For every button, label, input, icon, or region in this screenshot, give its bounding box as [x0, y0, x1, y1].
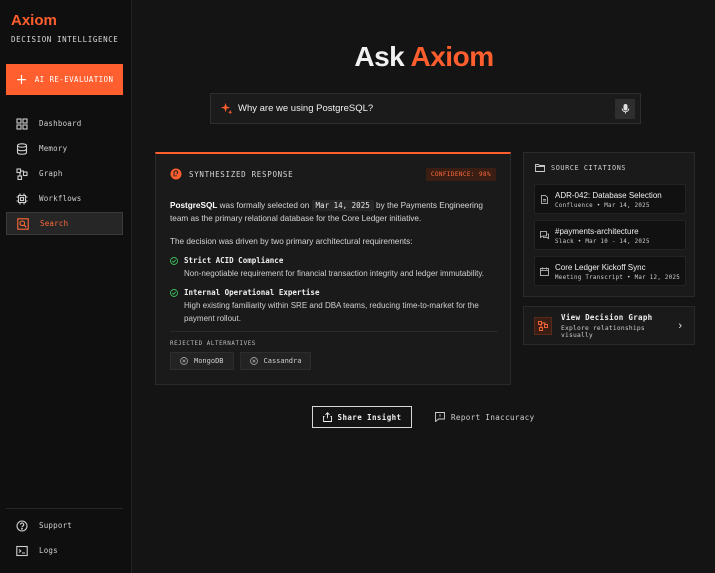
citations-header: SOURCE CITATIONS [535, 163, 626, 172]
requirement-title: Strict ACID Compliance [184, 256, 284, 265]
requirement-title: Internal Operational Expertise [184, 288, 320, 297]
requirement-description: Non-negotiable requirement for financial… [184, 269, 485, 278]
citation-meta: Slack • Mar 10 - 14, 2025 [555, 238, 650, 245]
graph-icon-badge [534, 316, 552, 335]
citation-title: #payments-architecture [555, 226, 639, 236]
search-bar [210, 93, 641, 124]
sidebar-item-label: Graph [39, 169, 63, 178]
citation-title: ADR-042: Database Selection [555, 190, 662, 200]
page-title: Ask Axiom [133, 41, 715, 73]
sidebar: Axiom DECISION INTELLIGENCE + AI RE-EVAL… [0, 0, 132, 573]
ai-reevaluation-button[interactable]: + AI RE-EVALUATION [6, 64, 123, 95]
graph-icon [538, 320, 548, 331]
terminal-icon [16, 545, 28, 556]
brand-title: Axiom [11, 12, 57, 29]
citation-meta: Meeting Transcript • Mar 12, 2025 [555, 274, 681, 281]
rejected-alternatives-label: REJECTED ALTERNATIVES [170, 341, 256, 347]
sidebar-item-dashboard[interactable]: Dashboard [6, 112, 123, 135]
search-input[interactable] [238, 103, 615, 114]
share-insight-button[interactable]: Share Insight [312, 406, 412, 428]
sidebar-item-memory[interactable]: Memory [6, 137, 123, 160]
main-content: Ask Axiom SYNTHESIZED RESPONSE CONFIDENC… [133, 0, 715, 573]
response-paragraph-1: PostgreSQL was formally selected on Mar … [170, 199, 500, 225]
requirement-description: High existing familiarity within SRE and… [184, 301, 479, 323]
share-icon [322, 412, 332, 422]
graph-link-title: View Decision Graph [561, 312, 653, 322]
report-inaccuracy-button[interactable]: Report Inaccuracy [435, 406, 535, 428]
chevron-right-icon: › [678, 319, 682, 332]
citation-item[interactable]: ADR-042: Database Selection Confluence •… [534, 184, 686, 214]
sidebar-item-label: Support [39, 521, 73, 530]
requirement-item: Internal Operational Expertise High exis… [170, 286, 500, 325]
rejected-alternative-label: Cassandra [263, 357, 302, 365]
source-citations-card: SOURCE CITATIONS ADR-042: Database Selec… [523, 152, 695, 297]
calendar-icon [540, 267, 549, 276]
sidebar-nav: Dashboard Memory Graph Workflows Search [6, 112, 123, 237]
rejected-alternatives-list: MongoDB Cassandra [170, 352, 312, 370]
help-icon [16, 519, 28, 532]
flag-message-icon [435, 412, 445, 422]
sidebar-item-label: Dashboard [39, 119, 82, 128]
document-icon [541, 194, 548, 204]
response-header: SYNTHESIZED RESPONSE [170, 168, 293, 180]
sidebar-item-label: Search [40, 219, 69, 228]
sidebar-item-workflows[interactable]: Workflows [6, 187, 123, 210]
rejected-alternative-label: MongoDB [194, 357, 224, 365]
database-icon [16, 142, 28, 155]
rejected-alternative-chip: MongoDB [170, 352, 234, 370]
citation-title: Core Ledger Kickoff Sync [555, 262, 646, 272]
response-title: SYNTHESIZED RESPONSE [189, 169, 294, 179]
brain-icon [170, 168, 182, 180]
response-body: PostgreSQL was formally selected on Mar … [170, 199, 500, 325]
sidebar-item-support[interactable]: Support [6, 514, 123, 537]
voice-input-button[interactable] [615, 98, 635, 119]
response-text: was formally selected on [219, 201, 310, 210]
citations-title: SOURCE CITATIONS [551, 163, 627, 172]
rejected-alternative-chip: Cassandra [239, 352, 312, 370]
dashboard-icon [16, 117, 28, 130]
x-circle-icon [249, 357, 258, 365]
brand: Axiom DECISION INTELLIGENCE [11, 12, 118, 44]
workflow-icon [16, 193, 28, 204]
search-icon [17, 217, 29, 230]
requirement-item: Strict ACID Compliance Non-negotiable re… [170, 254, 500, 280]
confidence-badge: CONFIDENCE: 98% [425, 168, 496, 181]
sidebar-bottom-nav: Support Logs [6, 514, 123, 564]
x-circle-icon [180, 357, 188, 365]
folder-icon [535, 164, 545, 172]
check-circle-icon [170, 257, 178, 265]
sidebar-item-label: Logs [39, 546, 58, 555]
brand-tagline: DECISION INTELLIGENCE [11, 35, 119, 44]
graph-link-text: View Decision Graph Explore relationship… [561, 313, 678, 339]
sidebar-divider [6, 508, 123, 509]
sparkle-icon [220, 102, 233, 115]
citation-item[interactable]: #payments-architecture Slack • Mar 10 - … [534, 220, 686, 250]
citations-list: ADR-042: Database Selection Confluence •… [534, 184, 686, 292]
citation-item[interactable]: Core Ledger Kickoff Sync Meeting Transcr… [534, 256, 686, 286]
plus-icon: + [15, 71, 28, 88]
sidebar-item-logs[interactable]: Logs [6, 539, 123, 562]
graph-link-subtitle: Explore relationships visually [561, 324, 645, 339]
page-title-accent: Axiom [410, 41, 495, 72]
ai-reevaluation-label: AI RE-EVALUATION [34, 75, 114, 84]
chat-icon [540, 230, 549, 239]
graph-icon [16, 167, 28, 180]
response-paragraph-2: The decision was driven by two primary a… [170, 237, 413, 246]
sidebar-item-label: Memory [39, 144, 68, 153]
decision-date: Mar 14, 2025 [311, 200, 374, 211]
response-subject: PostgreSQL [170, 201, 218, 210]
sidebar-item-graph[interactable]: Graph [6, 162, 123, 185]
page-title-prefix: Ask [354, 41, 405, 72]
citation-meta: Confluence • Mar 14, 2025 [555, 202, 650, 209]
sidebar-item-label: Workflows [39, 194, 82, 203]
divider [170, 331, 498, 332]
synthesized-response-card: SYNTHESIZED RESPONSE CONFIDENCE: 98% Pos… [155, 152, 511, 385]
view-decision-graph-card[interactable]: View Decision Graph Explore relationship… [523, 306, 695, 345]
check-circle-icon [170, 289, 178, 297]
sidebar-item-search[interactable]: Search [6, 212, 123, 235]
microphone-icon [621, 103, 629, 113]
report-inaccuracy-label: Report Inaccuracy [451, 412, 535, 422]
share-insight-label: Share Insight [337, 412, 402, 422]
